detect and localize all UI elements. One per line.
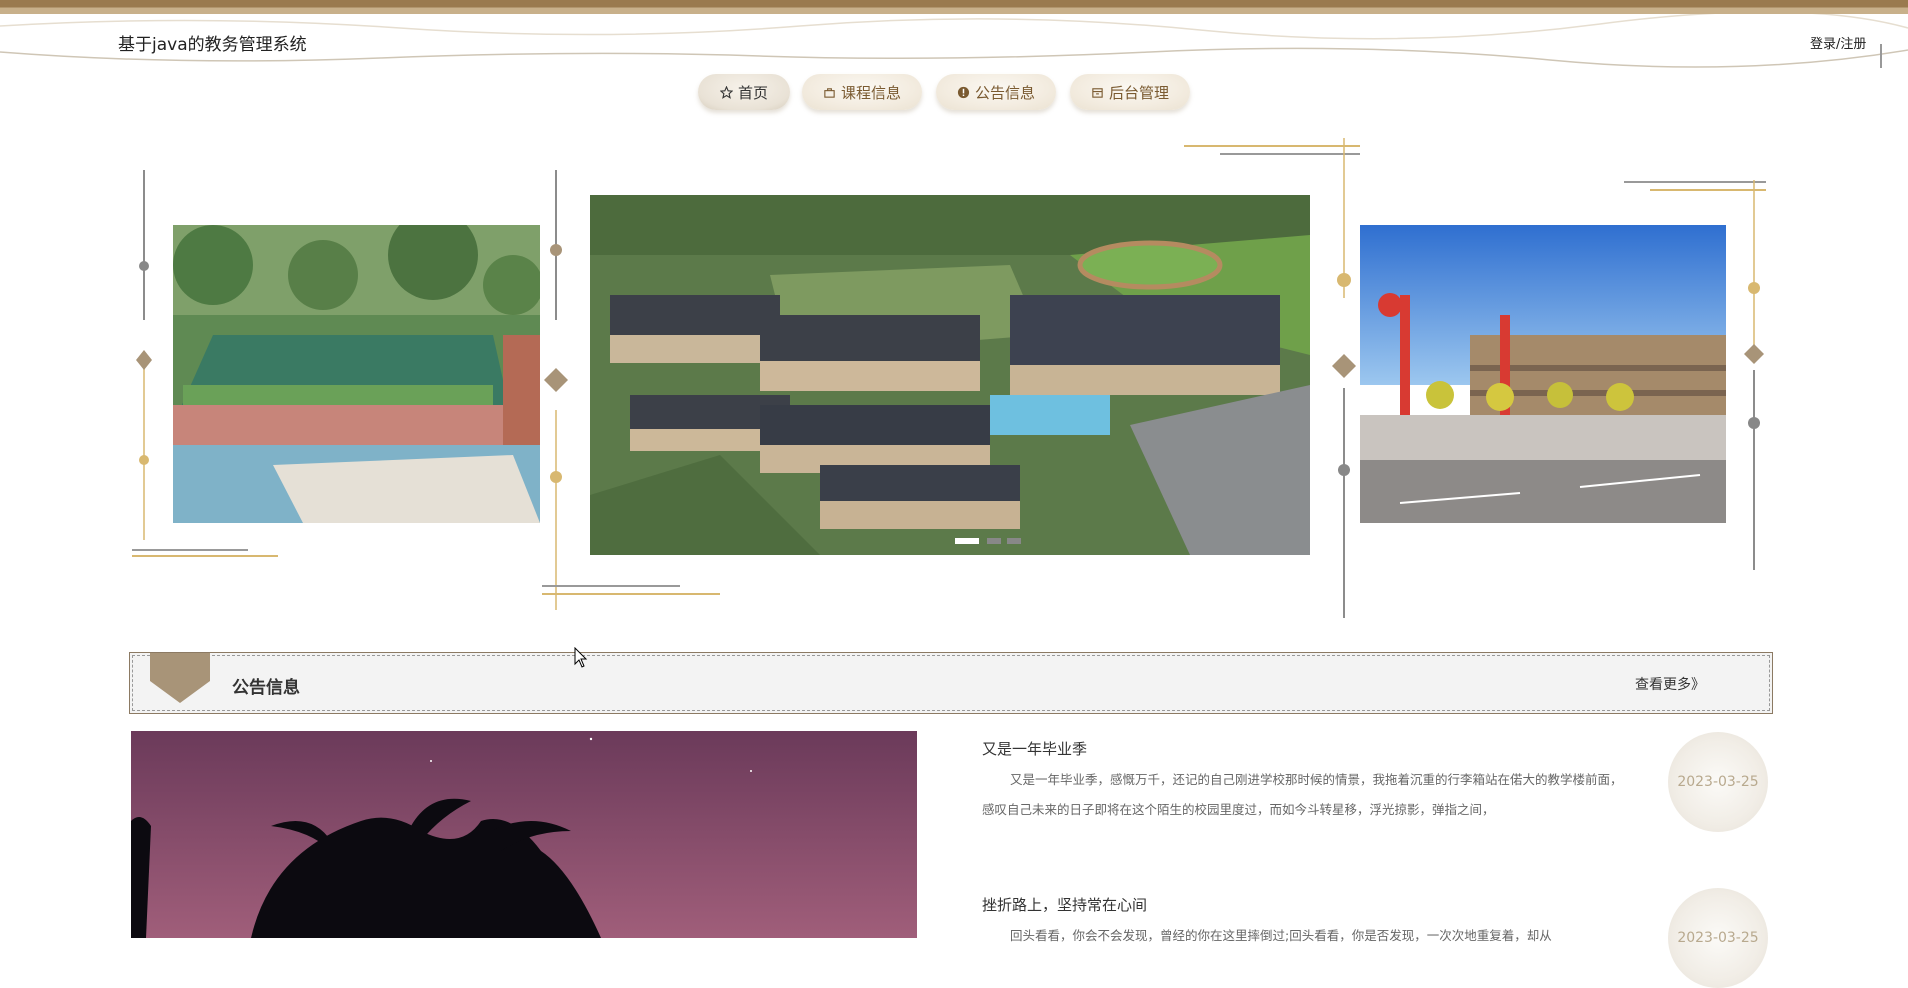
section-title: 公告信息 bbox=[232, 678, 300, 698]
notice-date: 2023-03-25 bbox=[1668, 732, 1768, 832]
notice-title[interactable]: 挫折路上，坚持常在心间 bbox=[982, 894, 1632, 915]
notice-excerpt: 又是一年毕业季，感慨万千，还记的自己刚进学校那时候的情景，我拖着沉重的行李箱站在… bbox=[982, 772, 1623, 817]
palm-night-image bbox=[131, 731, 917, 938]
carousel-dot-3[interactable] bbox=[1007, 538, 1021, 544]
right-slide-left-decoration bbox=[1332, 138, 1356, 618]
mouse-cursor-icon bbox=[574, 647, 588, 668]
nav-item-label: 后台管理 bbox=[1108, 83, 1169, 102]
notice-date: 2023-03-25 bbox=[1668, 888, 1768, 988]
notice-featured-image[interactable] bbox=[131, 731, 917, 938]
carousel-slide-left[interactable] bbox=[173, 225, 540, 523]
carousel-dot-1[interactable] bbox=[955, 538, 979, 544]
carousel-slide-right[interactable] bbox=[1360, 225, 1726, 523]
carousel-dot-2[interactable] bbox=[987, 538, 1001, 544]
section-badge-icon bbox=[150, 653, 210, 703]
nav-item-label: 首页 bbox=[737, 83, 768, 102]
campus-playground-image bbox=[1360, 225, 1726, 523]
nav-item-courses[interactable]: 课程信息 bbox=[802, 74, 922, 110]
bag-icon bbox=[824, 87, 835, 98]
mid-left-lines bbox=[542, 585, 720, 595]
nav-item-label: 课程信息 bbox=[840, 83, 901, 102]
notice-section-header: 公告信息 查看更多》 bbox=[129, 652, 1773, 714]
star-icon bbox=[719, 85, 733, 99]
nav-item-label: 公告信息 bbox=[974, 83, 1035, 102]
banner-carousel bbox=[0, 130, 1908, 620]
campus-aerial-image bbox=[590, 195, 1310, 555]
notice-excerpt: 回头看看，你会不会发现，曾经的你在这里摔倒过;回头看看，你是否发现，一次次地重复… bbox=[1010, 928, 1552, 943]
box-icon bbox=[1092, 87, 1103, 98]
site-title: 基于java的教务管理系统 bbox=[118, 35, 307, 55]
nav-item-notices[interactable]: 公告信息 bbox=[936, 74, 1056, 110]
top-accent-bar bbox=[0, 0, 1908, 14]
nav-item-admin[interactable]: 后台管理 bbox=[1070, 74, 1190, 110]
nav-item-home[interactable]: 首页 bbox=[698, 74, 790, 110]
info-icon bbox=[957, 86, 970, 98]
notice-title[interactable]: 又是一年毕业季 bbox=[982, 738, 1632, 759]
login-register-link[interactable]: 登录/注册 bbox=[1810, 33, 1866, 52]
campus-building-image bbox=[173, 225, 540, 523]
main-nav: 首页 课程信息 公告信息 后台管理 bbox=[0, 70, 1908, 114]
view-more-link[interactable]: 查看更多》 bbox=[1635, 674, 1705, 694]
header: 基于java的教务管理系统 登录/注册 bbox=[0, 14, 1908, 70]
carousel-slide-center[interactable] bbox=[590, 195, 1310, 555]
notice-item[interactable]: 挫折路上，坚持常在心间 回头看看，你会不会发现，曾经的你在这里摔倒过;回头看看，… bbox=[982, 894, 1632, 951]
notice-item[interactable]: 又是一年毕业季 又是一年毕业季，感慨万千，还记的自己刚进学校那时候的情景，我拖着… bbox=[982, 738, 1632, 825]
header-divider bbox=[1880, 44, 1882, 68]
